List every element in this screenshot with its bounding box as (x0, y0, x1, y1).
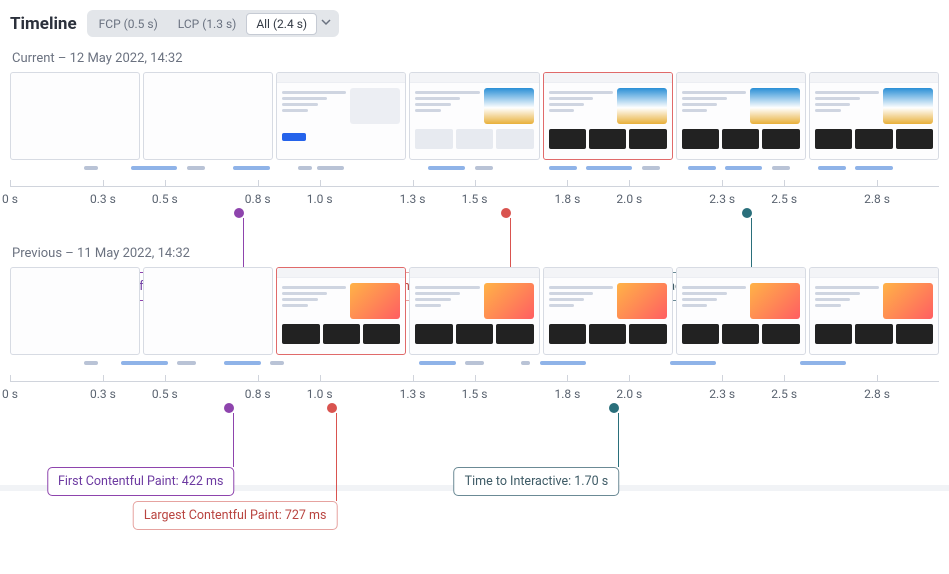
metric-marker-lcp: Largest Contentful Paint: 727 ms (235, 403, 440, 530)
metric-pill-tti: Time to Interactive: 1.70 s (454, 467, 620, 496)
axis-tick-label: 0.8 s (245, 387, 271, 401)
axis-tick-label: 0.3 s (90, 192, 116, 206)
axis-tick-label: 0.3 s (90, 387, 116, 401)
axis-tick-label: 2.0 s (616, 387, 642, 401)
axis-tick-label: 2.3 s (709, 192, 735, 206)
metric-marker-tti: Time to Interactive: 1.70 s (536, 403, 702, 496)
filmstrip-frame[interactable] (676, 72, 806, 160)
axis-tick-label: 1.5 s (462, 387, 488, 401)
filmstrip-frame[interactable] (143, 267, 273, 355)
filmstrip-frame[interactable] (676, 267, 806, 355)
marker-dot-icon (742, 208, 752, 218)
axis-tick-label: 1.0 s (307, 192, 333, 206)
time-axis: 0 s0.3 s0.5 s0.8 s1.0 s1.3 s1.5 s1.8 s2.… (10, 176, 939, 206)
filmstrip (10, 72, 939, 160)
filmstrip-frame[interactable] (409, 72, 539, 160)
filmstrip-frame[interactable] (409, 267, 539, 355)
filmstrip-frame[interactable] (276, 72, 406, 160)
axis-tick-label: 0 s (2, 192, 18, 206)
marker-dot-icon (501, 208, 511, 218)
filmstrip-frame[interactable] (809, 267, 939, 355)
axis-tick-label: 2.8 s (864, 387, 890, 401)
network-bands (10, 359, 939, 367)
axis-tick-label: 1.3 s (400, 387, 426, 401)
filmstrip-frame[interactable] (276, 267, 406, 355)
filmstrip-frame[interactable] (143, 72, 273, 160)
timeline-header: Timeline FCP (0.5 s) LCP (1.3 s) All (2.… (10, 10, 939, 37)
timeline-run: Previous – 11 May 2022, 14:320 s0.3 s0.5… (10, 246, 939, 401)
network-bands (10, 164, 939, 172)
tab-lcp[interactable]: LCP (1.3 s) (168, 13, 247, 35)
filmstrip (10, 267, 939, 355)
timeline-run: Current – 12 May 2022, 14:320 s0.3 s0.5 … (10, 51, 939, 206)
metric-pill-lcp: Largest Contentful Paint: 727 ms (133, 501, 338, 530)
range-selector: FCP (0.5 s) LCP (1.3 s) All (2.4 s) (87, 10, 339, 37)
metric-pill-fcp: First Contentful Paint: 422 ms (47, 467, 234, 496)
axis-tick-label: 2.3 s (709, 387, 735, 401)
filmstrip-frame[interactable] (10, 72, 140, 160)
axis-tick-label: 1.5 s (462, 192, 488, 206)
tab-all[interactable]: All (2.4 s) (246, 13, 317, 35)
axis-tick-label: 1.0 s (307, 387, 333, 401)
axis-tick-label: 2.5 s (771, 387, 797, 401)
axis-tick-label: 1.8 s (554, 192, 580, 206)
marker-dot-icon (609, 403, 619, 413)
axis-tick-label: 0.8 s (245, 192, 271, 206)
run-label: Current – 12 May 2022, 14:32 (12, 51, 939, 66)
axis-tick-label: 1.3 s (400, 192, 426, 206)
filmstrip-frame[interactable] (543, 267, 673, 355)
filmstrip-frame[interactable] (543, 72, 673, 160)
axis-tick-label: 0.5 s (152, 387, 178, 401)
chevron-down-icon[interactable] (317, 12, 337, 35)
filmstrip-frame[interactable] (809, 72, 939, 160)
axis-tick-label: 0 s (2, 387, 18, 401)
tab-fcp[interactable]: FCP (0.5 s) (89, 13, 168, 35)
time-axis: 0 s0.3 s0.5 s0.8 s1.0 s1.3 s1.5 s1.8 s2.… (10, 371, 939, 401)
marker-dot-icon (327, 403, 337, 413)
axis-tick-label: 2.8 s (864, 192, 890, 206)
axis-tick-label: 2.5 s (771, 192, 797, 206)
filmstrip-frame[interactable] (10, 267, 140, 355)
page-title: Timeline (10, 14, 77, 34)
marker-dot-icon (234, 208, 244, 218)
axis-tick-label: 1.8 s (554, 387, 580, 401)
axis-tick-label: 0.5 s (152, 192, 178, 206)
marker-dot-icon (224, 403, 234, 413)
axis-tick-label: 2.0 s (616, 192, 642, 206)
